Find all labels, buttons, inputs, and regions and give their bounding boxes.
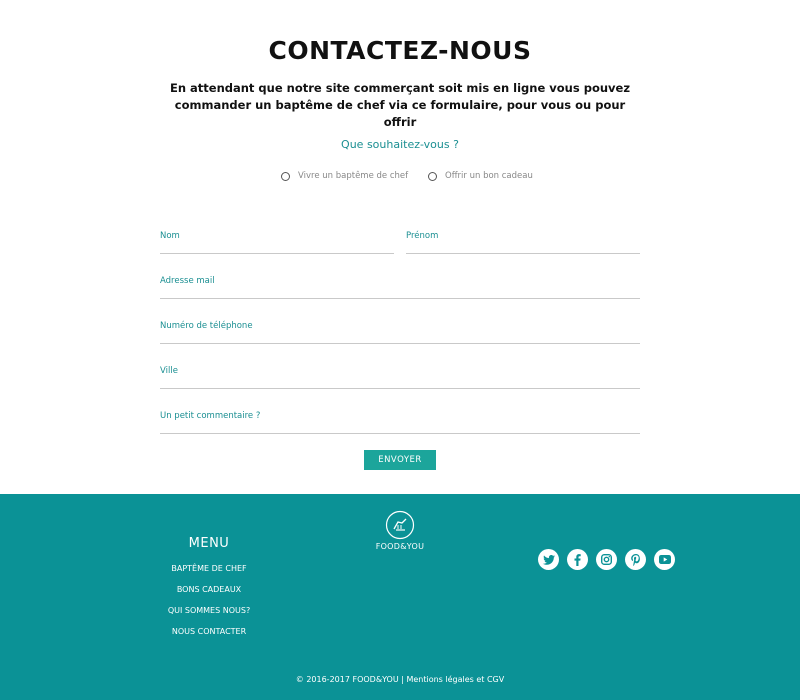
email-field[interactable]: Adresse mail: [160, 276, 640, 299]
footer: MENU BAPTÊME DE CHEF BONS CADEAUX QUI SO…: [0, 494, 800, 700]
footer-menu-title: MENU: [188, 536, 230, 551]
field-label: Un petit commentaire ?: [160, 411, 261, 421]
pinterest-icon[interactable]: [625, 549, 646, 570]
choice-question: Que souhaitez-vous ?: [341, 138, 459, 151]
nom-field[interactable]: Nom: [160, 231, 394, 254]
footer-link-qui-sommes-nous[interactable]: QUI SOMMES NOUS?: [160, 606, 258, 615]
phone-field[interactable]: Numéro de téléphone: [160, 321, 640, 344]
youtube-icon[interactable]: [654, 549, 675, 570]
choice-radio-group: Vivre un baptême de chef Offrir un bon c…: [0, 169, 800, 183]
field-label: Nom: [160, 231, 180, 241]
page-title: CONTACTEZ-NOUS: [268, 36, 532, 65]
chef-logo-icon: [385, 510, 415, 540]
instagram-icon[interactable]: [596, 549, 617, 570]
footer-link-bons-cadeaux[interactable]: BONS CADEAUX: [160, 585, 258, 594]
social-links: [538, 549, 675, 571]
radio-circle-icon[interactable]: [281, 171, 290, 181]
radio-circle-icon[interactable]: [428, 171, 437, 181]
brand-logo[interactable]: FOOD&YOU: [364, 510, 436, 551]
brand-name: FOOD&YOU: [375, 542, 425, 551]
contact-page: CONTACTEZ-NOUS En attendant que notre si…: [0, 0, 800, 700]
twitter-icon[interactable]: [538, 549, 559, 570]
radio-bon-cadeau[interactable]: Offrir un bon cadeau: [428, 169, 533, 183]
city-field[interactable]: Ville: [160, 366, 640, 389]
footer-link-contact[interactable]: NOUS CONTACTER: [160, 627, 258, 636]
copyright-text: © 2016-2017 FOOD&YOU | Mentions légales …: [295, 675, 505, 684]
intro-text: En attendant que notre site commerçant s…: [169, 81, 631, 129]
facebook-icon[interactable]: [567, 549, 588, 570]
prenom-field[interactable]: Prénom: [406, 231, 640, 254]
field-label: Ville: [160, 366, 178, 376]
comment-field[interactable]: Un petit commentaire ?: [160, 411, 640, 434]
submit-button[interactable]: ENVOYER: [364, 450, 436, 470]
footer-link-bapteme[interactable]: BAPTÊME DE CHEF: [160, 564, 258, 573]
radio-label: Offrir un bon cadeau: [445, 171, 533, 181]
field-label: Numéro de téléphone: [160, 321, 253, 331]
field-label: Adresse mail: [160, 276, 215, 286]
radio-label: Vivre un baptême de chef: [298, 171, 409, 181]
field-label: Prénom: [406, 231, 439, 241]
radio-bapteme[interactable]: Vivre un baptême de chef: [281, 169, 408, 183]
